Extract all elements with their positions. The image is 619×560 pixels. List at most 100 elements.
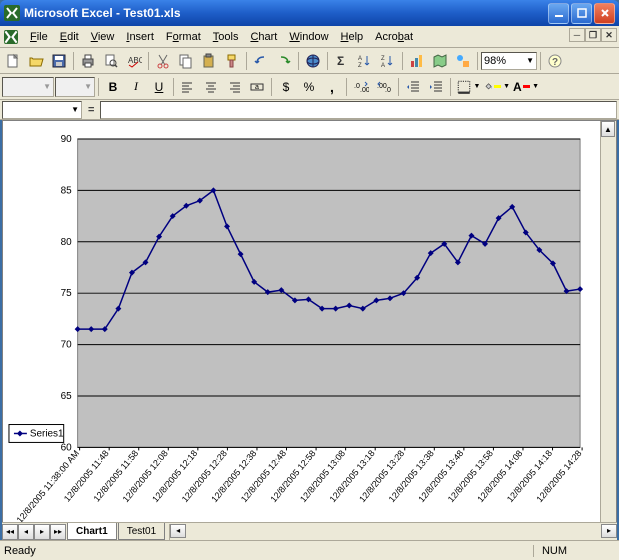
menu-window[interactable]: Window (283, 29, 334, 45)
fontsize-combo[interactable]: ▼ (55, 77, 95, 97)
decrease-decimal-button[interactable]: .00.0 (373, 76, 395, 98)
svg-text:Z: Z (381, 56, 385, 62)
svg-text:.0: .0 (385, 87, 391, 94)
chart-area[interactable]: 6065707580859012/8/2005 11:38:00 AM12/8/… (3, 121, 600, 539)
format-painter-button[interactable] (221, 50, 243, 72)
formula-bar: ▼ = (0, 100, 619, 120)
menu-acrobat[interactable]: Acrobat (369, 29, 419, 45)
horizontal-scrollbar[interactable]: ◂ ▸ (169, 524, 617, 540)
tab-nav-prev-button[interactable]: ◂ (18, 524, 34, 540)
status-bar: Ready NUM (0, 540, 619, 560)
paste-button[interactable] (198, 50, 220, 72)
cut-button[interactable] (152, 50, 174, 72)
borders-button[interactable]: ▼ (454, 76, 482, 98)
tab-test01[interactable]: Test01 (118, 523, 165, 540)
doc-minimize-button[interactable]: ─ (569, 28, 585, 42)
align-left-button[interactable] (177, 76, 199, 98)
align-center-button[interactable] (200, 76, 222, 98)
menu-chart[interactable]: Chart (244, 29, 283, 45)
tab-nav-last-button[interactable]: ▸▸ (50, 524, 66, 540)
svg-text:70: 70 (61, 340, 73, 351)
comma-button[interactable]: , (321, 76, 343, 98)
scroll-left-button[interactable]: ◂ (170, 524, 186, 538)
svg-text:80: 80 (61, 237, 73, 248)
decrease-indent-button[interactable] (402, 76, 424, 98)
svg-text:A: A (358, 56, 362, 62)
svg-text:Series1: Series1 (30, 428, 64, 439)
menu-format[interactable]: Format (160, 29, 207, 45)
svg-text:?: ? (552, 57, 558, 68)
underline-button[interactable]: U (148, 76, 170, 98)
tab-chart1[interactable]: Chart1 (67, 523, 117, 540)
minimize-button[interactable] (548, 3, 569, 24)
open-button[interactable] (25, 50, 47, 72)
undo-button[interactable] (250, 50, 272, 72)
svg-text:75: 75 (61, 288, 73, 299)
formula-input[interactable] (100, 101, 617, 119)
scroll-up-button[interactable]: ▲ (601, 121, 615, 137)
hyperlink-button[interactable] (302, 50, 324, 72)
print-button[interactable] (77, 50, 99, 72)
font-combo[interactable]: ▼ (2, 77, 54, 97)
bold-button[interactable]: B (102, 76, 124, 98)
tab-nav-next-button[interactable]: ▸ (34, 524, 50, 540)
tab-nav-first-button[interactable]: ◂◂ (2, 524, 18, 540)
menu-view[interactable]: View (85, 29, 121, 45)
font-color-button[interactable]: A▼ (512, 76, 540, 98)
redo-button[interactable] (273, 50, 295, 72)
fill-color-button[interactable]: ▼ (483, 76, 511, 98)
menu-bar: FileEditViewInsertFormatToolsChartWindow… (0, 26, 619, 48)
close-button[interactable] (594, 3, 615, 24)
menu-tools[interactable]: Tools (207, 29, 245, 45)
save-button[interactable] (48, 50, 70, 72)
scroll-right-button[interactable]: ▸ (601, 524, 617, 538)
align-right-button[interactable] (223, 76, 245, 98)
menu-insert[interactable]: Insert (120, 29, 160, 45)
increase-indent-button[interactable] (425, 76, 447, 98)
document-excel-icon (4, 30, 18, 44)
svg-text:a: a (255, 84, 259, 91)
svg-text:Z: Z (358, 63, 362, 69)
sort-asc-button[interactable]: AZ (354, 50, 376, 72)
percent-button[interactable]: % (298, 76, 320, 98)
vertical-scrollbar[interactable]: ▲ ▼ (600, 121, 616, 539)
spelling-button[interactable]: ABC (123, 50, 145, 72)
drawing-button[interactable] (452, 50, 474, 72)
chart-plot: 6065707580859012/8/2005 11:38:00 AM12/8/… (3, 121, 600, 539)
autosum-button[interactable]: Σ (331, 50, 353, 72)
status-text: Ready (4, 545, 533, 557)
window-title: Microsoft Excel - Test01.xls (24, 6, 548, 20)
menu-edit[interactable]: Edit (54, 29, 85, 45)
svg-text:A: A (381, 63, 385, 69)
increase-decimal-button[interactable]: .0.00 (350, 76, 372, 98)
new-button[interactable] (2, 50, 24, 72)
name-box[interactable]: ▼ (2, 101, 82, 119)
italic-button[interactable]: I (125, 76, 147, 98)
svg-text:65: 65 (61, 391, 73, 402)
zoom-combo[interactable]: 98%▼ (481, 52, 537, 70)
svg-text:.00: .00 (360, 87, 369, 94)
sort-desc-button[interactable]: ZA (377, 50, 399, 72)
help-button[interactable]: ? (544, 50, 566, 72)
maximize-button[interactable] (571, 3, 592, 24)
merge-center-button[interactable]: a (246, 76, 268, 98)
workbook-area: 6065707580859012/8/2005 11:38:00 AM12/8/… (2, 120, 617, 540)
status-num: NUM (533, 545, 575, 557)
currency-button[interactable]: $ (275, 76, 297, 98)
chart-wizard-button[interactable] (406, 50, 428, 72)
excel-icon (4, 5, 20, 21)
copy-button[interactable] (175, 50, 197, 72)
title-bar: Microsoft Excel - Test01.xls (0, 0, 619, 26)
svg-text:90: 90 (61, 134, 73, 145)
menu-help[interactable]: Help (335, 29, 370, 45)
doc-restore-button[interactable]: ❐ (585, 28, 601, 42)
standard-toolbar: ABC Σ AZ ZA 98%▼ ? (0, 48, 619, 74)
doc-close-button[interactable]: ✕ (601, 28, 617, 42)
menu-file[interactable]: File (24, 29, 54, 45)
print-preview-button[interactable] (100, 50, 122, 72)
svg-text:85: 85 (61, 185, 73, 196)
map-button[interactable] (429, 50, 451, 72)
svg-text:Σ: Σ (337, 54, 344, 68)
zoom-value: 98% (484, 55, 506, 67)
fx-label: = (82, 104, 100, 116)
